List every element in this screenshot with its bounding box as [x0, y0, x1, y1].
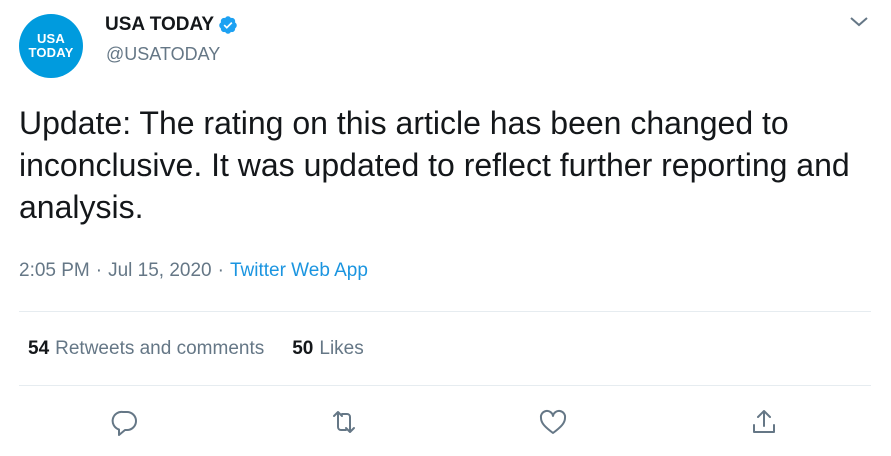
meta-separator: · — [95, 260, 103, 281]
meta-separator: · — [217, 260, 224, 281]
likes-count: 50 — [292, 338, 314, 359]
tweet-source-link[interactable]: Twitter Web App — [230, 260, 368, 282]
tweet-text: Update: The rating on this article has b… — [19, 105, 850, 225]
tweet-meta: 2:05 PM · Jul 15, 2020 · Twitter Web App — [19, 260, 368, 282]
share-icon — [753, 410, 775, 433]
divider — [19, 311, 871, 312]
retweets-stat[interactable]: 54 Retweets and comments — [28, 338, 264, 360]
verified-badge-icon — [219, 16, 237, 34]
display-name-row[interactable]: USA TODAY — [105, 14, 238, 36]
retweet-icon — [333, 411, 355, 433]
tweet-stats: 54 Retweets and comments 50 Likes — [28, 338, 364, 360]
avatar[interactable]: USA TODAY — [19, 14, 83, 78]
like-icon — [539, 409, 567, 434]
retweets-label: Retweets and comments — [55, 338, 265, 359]
tweet-date[interactable]: Jul 15, 2020 — [108, 260, 212, 282]
reply-button[interactable] — [109, 406, 141, 438]
tweet-time[interactable]: 2:05 PM — [19, 260, 90, 282]
account-handle[interactable]: @USATODAY — [106, 44, 220, 65]
retweets-count: 54 — [28, 338, 50, 359]
share-button[interactable] — [748, 406, 780, 438]
avatar-text-line2: TODAY — [28, 45, 74, 60]
chevron-down-icon[interactable] — [848, 14, 870, 30]
likes-stat[interactable]: 50 Likes — [292, 338, 364, 360]
divider — [19, 385, 871, 386]
retweet-button[interactable] — [328, 406, 360, 438]
avatar-text-line1: USA — [36, 31, 66, 46]
action-bar — [0, 406, 891, 446]
reply-icon — [111, 410, 137, 436]
display-name[interactable]: USA TODAY — [105, 14, 214, 36]
likes-label: Likes — [319, 338, 364, 359]
like-button[interactable] — [537, 406, 569, 438]
